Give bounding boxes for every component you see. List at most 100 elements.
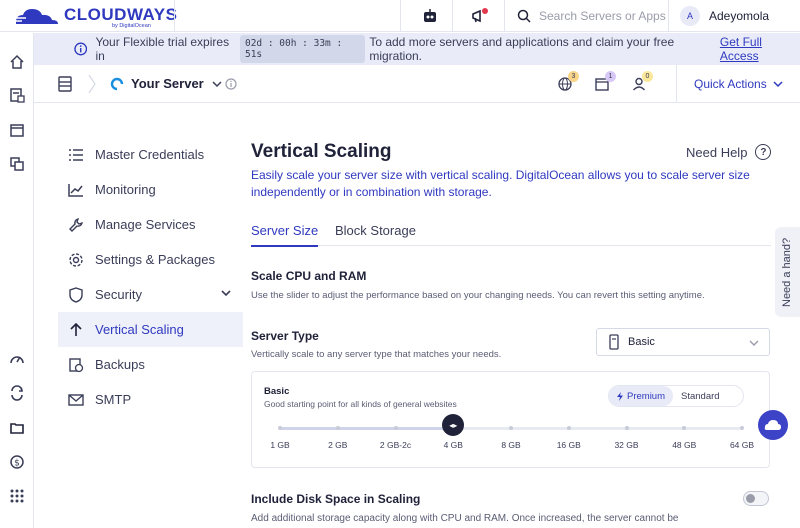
lightning-icon	[617, 391, 623, 401]
need-a-hand-tab[interactable]: Need a hand?	[775, 227, 800, 317]
server-selector[interactable]: Your Server	[110, 76, 222, 91]
quick-actions-button[interactable]: Quick Actions	[694, 65, 783, 103]
disk-space-title: Include Disk Space in Scaling	[251, 492, 421, 506]
user-name: Adeyomola	[709, 9, 770, 23]
server-management-menu: Master Credentials Monitoring Manage Ser…	[58, 137, 243, 417]
slider-tick[interactable]	[682, 426, 687, 430]
server-name: Your Server	[131, 76, 204, 91]
bot-icon[interactable]	[418, 4, 442, 28]
menu-item-label: Monitoring	[95, 182, 156, 197]
user-group-icon[interactable]: 0	[631, 71, 653, 92]
quick-actions-label: Quick Actions	[694, 77, 767, 91]
home-icon[interactable]	[7, 52, 27, 72]
size-label[interactable]: 2 GB	[328, 440, 347, 450]
www-apps-icon[interactable]: 3	[557, 71, 579, 92]
menu-item-smtp[interactable]: SMTP	[58, 382, 243, 417]
help-icon: ?	[755, 144, 772, 160]
server-list-icon[interactable]	[58, 76, 72, 92]
server-type-select[interactable]: Basic	[596, 328, 770, 356]
chevron-down-icon	[212, 80, 222, 87]
chevron-down-icon	[773, 81, 783, 88]
size-label[interactable]: 16 GB	[557, 440, 581, 450]
size-label[interactable]: 1 GB	[270, 440, 289, 450]
slider-tick[interactable]	[624, 426, 629, 430]
apps-grid-icon[interactable]	[7, 486, 27, 506]
chat-launcher[interactable]	[758, 410, 788, 440]
size-label[interactable]: 2 GB-2c	[380, 440, 411, 450]
trial-text-after: To add more servers and applications and…	[369, 35, 675, 63]
folder-icon[interactable]	[7, 418, 27, 438]
toggle-knob	[746, 493, 755, 503]
menu-item-label: SMTP	[95, 392, 132, 407]
menu-item-label: Backups	[95, 357, 145, 372]
slider-thumb[interactable]: ◂▸	[442, 414, 465, 436]
server-info-icon[interactable]	[225, 78, 237, 90]
chevron-down-icon	[221, 290, 231, 297]
menu-item-backups[interactable]: Backups	[58, 347, 243, 382]
disk-space-toggle[interactable]	[743, 491, 769, 506]
plan-title: Basic	[264, 386, 290, 397]
menu-item-label: Security	[95, 287, 142, 302]
server-type-title: Server Type	[251, 329, 319, 343]
standard-option[interactable]: Standard	[673, 386, 728, 406]
scale-cpu-ram-text: Use the slider to adjust the performance…	[251, 290, 705, 301]
menu-item-label: Manage Services	[95, 217, 196, 232]
apps-count-badge: 3	[568, 71, 579, 82]
premium-label: Premium	[627, 390, 666, 402]
megaphone-icon[interactable]	[468, 4, 492, 28]
speedometer-icon[interactable]	[7, 349, 27, 369]
brand-name: CLOUDWAYS	[64, 5, 178, 24]
disk-space-text: Add additional storage capacity along wi…	[251, 513, 679, 524]
menu-item-settings-packages[interactable]: Settings & Packages	[58, 242, 243, 277]
premium-option[interactable]: Premium	[609, 386, 674, 406]
server-type-value: Basic	[628, 336, 655, 348]
chevron-down-icon	[749, 340, 759, 346]
slider-tick[interactable]	[566, 426, 571, 430]
plan-type-toggle: Premium Standard	[608, 385, 744, 407]
svg-text:$: $	[14, 459, 20, 469]
need-help-link[interactable]: Need Help ?	[686, 144, 772, 160]
projects-count-badge: 1	[605, 71, 616, 82]
user-menu[interactable]: A Adeyomola	[680, 0, 769, 32]
slider-tick[interactable]	[278, 426, 282, 430]
size-label[interactable]: 48 GB	[672, 440, 696, 450]
server-size-slider[interactable]	[278, 426, 744, 430]
server-bar: Your Server 3 1 0 Quick Actions	[34, 65, 800, 103]
menu-item-master-credentials[interactable]: Master Credentials	[58, 137, 243, 172]
tab-server-size[interactable]: Server Size	[251, 223, 319, 247]
size-label[interactable]: 4 GB	[444, 440, 463, 450]
billing-icon[interactable]: $	[7, 452, 27, 472]
left-rail: $	[0, 33, 34, 528]
search-placeholder: Search Servers or Apps	[539, 9, 666, 23]
slider-fill	[280, 427, 454, 430]
slider-tick[interactable]	[740, 426, 744, 430]
size-label[interactable]: 64 GB	[730, 440, 754, 450]
backup-icon	[66, 357, 86, 373]
applications-icon[interactable]	[7, 120, 27, 140]
size-label[interactable]: 8 GB	[501, 440, 520, 450]
projects-icon[interactable]	[7, 154, 27, 174]
slider-tick[interactable]	[393, 426, 398, 430]
search-input[interactable]: Search Servers or Apps	[505, 0, 668, 32]
tab-block-storage[interactable]: Block Storage	[335, 223, 416, 245]
servers-icon[interactable]	[7, 85, 27, 105]
server-size-card: Basic Good starting point for all kinds …	[251, 371, 770, 468]
size-label[interactable]: 32 GB	[614, 440, 638, 450]
migration-icon[interactable]	[7, 383, 27, 403]
cloudways-logo[interactable]: CLOUDWAYS by DigitalOcean	[12, 4, 182, 30]
cloud-chat-icon	[764, 420, 781, 430]
menu-item-monitoring[interactable]: Monitoring	[58, 172, 243, 207]
menu-item-label: Vertical Scaling	[95, 322, 184, 337]
server-type-text: Vertically scale to any server type that…	[251, 349, 502, 360]
menu-item-security[interactable]: Security	[58, 277, 243, 312]
list-icon	[66, 148, 86, 162]
slider-tick[interactable]	[335, 426, 340, 430]
trial-text-before: Your Flexible trial expires in	[95, 35, 230, 63]
menu-item-label: Master Credentials	[95, 147, 205, 162]
wrench-icon	[66, 217, 86, 233]
menu-item-vertical-scaling[interactable]: Vertical Scaling	[58, 312, 243, 347]
browser-icon[interactable]: 1	[594, 71, 616, 92]
get-full-access-link[interactable]: Get Full Access	[720, 35, 800, 63]
slider-tick[interactable]	[509, 426, 513, 430]
menu-item-manage-services[interactable]: Manage Services	[58, 207, 243, 242]
